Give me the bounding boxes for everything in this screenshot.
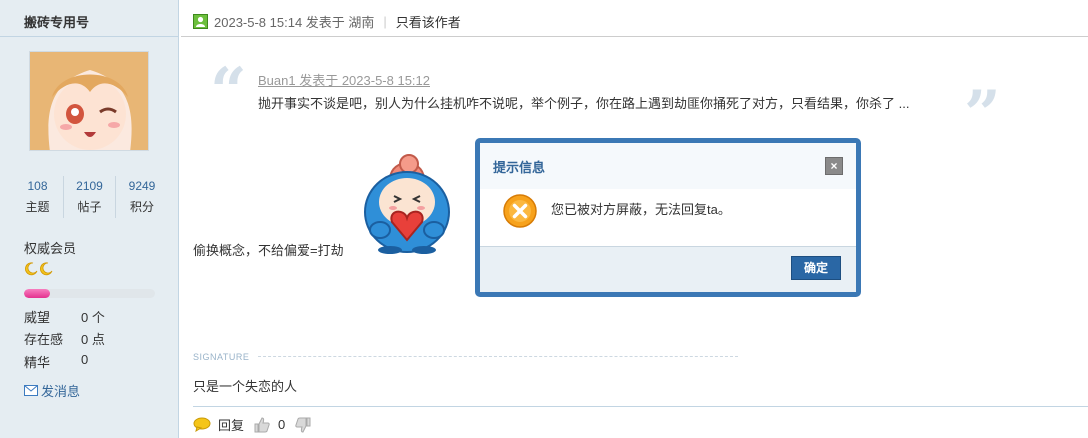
moon-icon [25, 262, 38, 276]
stat-points[interactable]: 9249 积分 [116, 176, 168, 218]
dialog-footer: 确定 [480, 246, 856, 292]
level-progress-bar [24, 289, 155, 298]
info-prestige: 威望 0 个 [24, 307, 105, 326]
author-username[interactable]: 搬砖专用号 [24, 12, 89, 31]
signature-label: SIGNATURE [193, 352, 250, 362]
footer-divider [193, 406, 1088, 407]
dialog-body: 您已被对方屏蔽，无法回复ta。 [480, 189, 856, 246]
dialog-header: 提示信息 × [480, 143, 856, 189]
stat-label: 帖子 [77, 200, 102, 214]
info-value: 0 个 [81, 310, 105, 325]
stat-value: 9249 [128, 179, 156, 193]
stat-value: 2109 [76, 179, 103, 193]
stat-threads[interactable]: 108 主题 [12, 176, 64, 218]
separator: | [383, 14, 387, 29]
signature-divider [258, 356, 738, 357]
post-meta: 2023-5-8 15:14 发表于 湖南 | 只看该作者 [193, 12, 461, 31]
info-key: 威望 [24, 310, 51, 325]
dialog-message: 您已被对方屏蔽，无法回复ta。 [551, 202, 731, 217]
info-digest: 精华 0 [24, 352, 88, 371]
thumbs-up-icon [254, 416, 270, 432]
quote-author-link[interactable]: Buan1 发表于 2023-5-8 15:12 [258, 70, 430, 89]
quote-text: 抛开事实不谈是吧，别人为什么挂机咋不说呢，举个例子，你在路上遇到劫匪你捅死了对方… [258, 96, 910, 111]
stat-value: 108 [27, 179, 48, 193]
stat-label: 积分 [129, 200, 154, 214]
rank-stars [24, 262, 53, 276]
open-quote-icon: “ [210, 54, 247, 129]
sidebar-divider [0, 36, 179, 37]
speech-bubble-icon [193, 417, 211, 432]
sticker-image [364, 154, 450, 254]
like-button[interactable]: 0 [254, 416, 286, 433]
dislike-button[interactable] [295, 417, 311, 433]
info-key: 精华 [24, 355, 51, 370]
send-message-label: 发消息 [41, 384, 81, 399]
online-user-icon [193, 14, 208, 29]
avatar[interactable] [29, 51, 149, 151]
level-progress-fill [24, 289, 51, 298]
author-sidebar: 搬砖专用号 108 主题 2109 帖子 9249 积分 权威会员 威望 0 个… [0, 0, 179, 438]
user-rank[interactable]: 权威会员 [24, 238, 76, 257]
reply-button[interactable]: 回复 [193, 415, 244, 434]
send-message-link[interactable]: 发消息 [24, 381, 80, 400]
envelope-icon [24, 385, 38, 396]
confirm-button[interactable]: 确定 [791, 256, 841, 280]
stat-label: 主题 [25, 200, 50, 214]
reply-label: 回复 [218, 418, 245, 433]
post-date: 2023-5-8 15:14 发表于 湖南 [214, 15, 375, 30]
user-stats: 108 主题 2109 帖子 9249 积分 [12, 176, 168, 218]
moon-icon [40, 262, 53, 276]
thumbs-down-icon [295, 417, 311, 433]
alert-dialog: 提示信息 × 您已被对方屏蔽，无法回复ta。 确定 [475, 138, 861, 297]
stat-posts[interactable]: 2109 帖子 [64, 176, 116, 218]
info-presence: 存在感 0 点 [24, 329, 105, 348]
post-body-text: 偷换概念，不给偏爱=打劫 [193, 243, 344, 258]
info-value: 0 [81, 352, 89, 367]
info-value: 0 点 [81, 332, 105, 347]
error-icon [503, 194, 537, 228]
header-divider [181, 36, 1088, 37]
post-actions: 回复 0 [193, 415, 321, 434]
signature-text: 只是一个失恋的人 [193, 379, 298, 394]
like-count: 0 [278, 417, 286, 432]
close-quote-icon: ” [964, 77, 1001, 152]
only-author-link[interactable]: 只看该作者 [396, 12, 461, 31]
close-button[interactable]: × [825, 157, 843, 175]
info-key: 存在感 [24, 332, 64, 347]
dialog-title: 提示信息 [493, 160, 546, 175]
